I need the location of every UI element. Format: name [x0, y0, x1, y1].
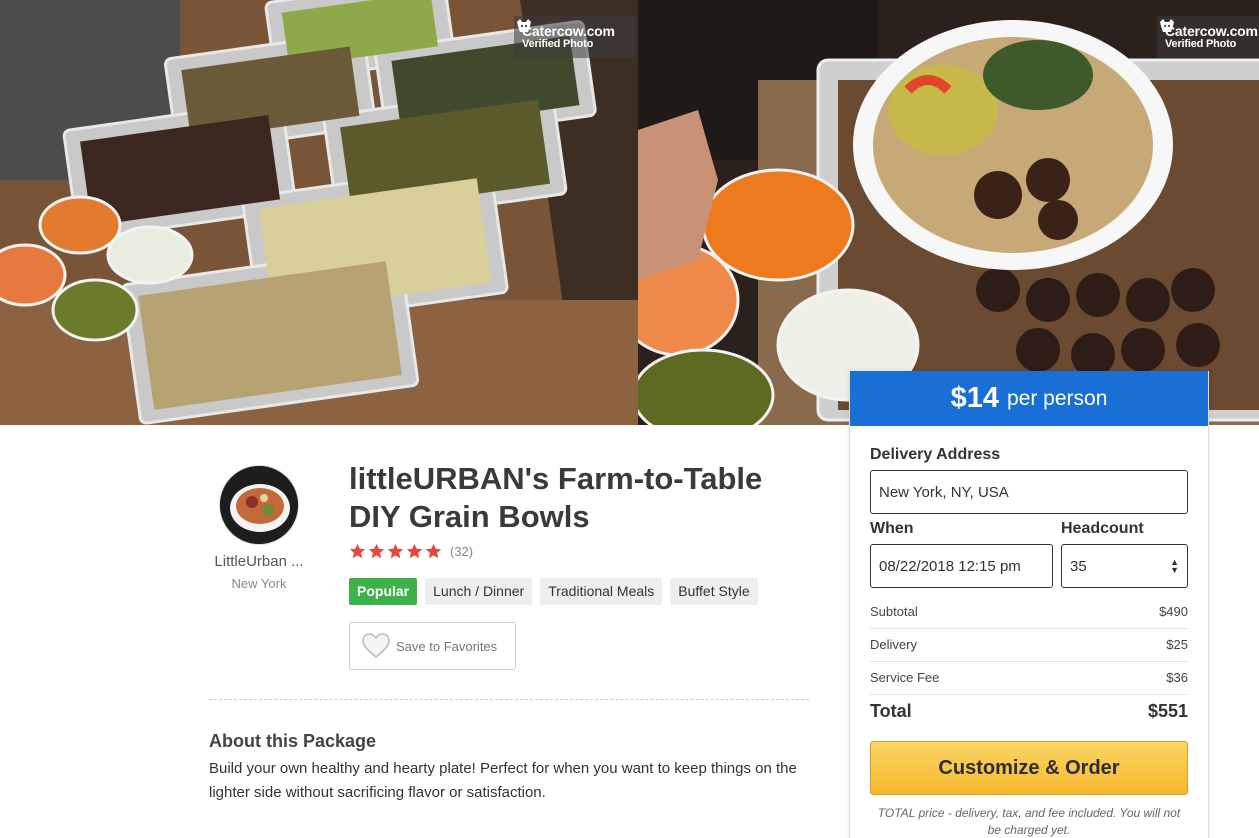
food-photo-illustration — [0, 0, 638, 425]
catercow-logo-icon — [517, 19, 531, 32]
food-photo-bowl[interactable]: Catercow.com Verified Photo — [638, 0, 1259, 425]
section-divider — [209, 699, 809, 700]
save-to-favorites-button[interactable]: Save to Favorites — [349, 622, 516, 670]
row-divider — [870, 694, 1188, 695]
price-bar: $14 per person — [850, 371, 1208, 426]
star-icon — [387, 543, 404, 559]
stepper-arrows-icon[interactable]: ▲ ▼ — [1170, 558, 1179, 575]
food-photo-trays[interactable]: Catercow.com Verified Photo — [0, 0, 638, 425]
subtotal-row: Subtotal $490 — [870, 604, 1188, 619]
badge-brand: Catercow.com — [522, 22, 615, 39]
tag-popular: Popular — [349, 578, 418, 605]
about-heading: About this Package — [209, 731, 377, 751]
star-icon — [349, 543, 366, 559]
heart-icon — [362, 633, 390, 658]
verified-photo-badge: Catercow.com Verified Photo — [514, 16, 636, 58]
package-title-line1: littleURBAN's Farm-to-Table — [349, 461, 763, 496]
subtotal-label: Subtotal — [870, 604, 918, 619]
customize-and-order-button[interactable]: Customize & Order — [870, 741, 1188, 795]
row-divider — [870, 628, 1188, 629]
total-label: Total — [870, 701, 912, 721]
service-fee-label: Service Fee — [870, 670, 940, 685]
delivery-fee-label: Delivery — [870, 637, 917, 652]
when-datetime-input[interactable]: 08/22/2018 12:15 pm — [870, 544, 1053, 588]
package-title: littleURBAN's Farm-to-Table DIY Grain Bo… — [349, 460, 809, 536]
catercow-logo-icon — [1160, 19, 1174, 32]
vendor-name[interactable]: LittleUrban ... — [209, 553, 309, 570]
service-fee-row: Service Fee $36 — [870, 670, 1188, 685]
verified-photo-badge: Catercow.com Verified Photo — [1157, 16, 1259, 58]
row-divider — [870, 661, 1188, 662]
delivery-address-input[interactable]: New York, NY, USA — [870, 470, 1188, 514]
service-fee-value: $36 — [1166, 670, 1188, 685]
when-label: When — [870, 520, 914, 537]
delivery-fee-value: $25 — [1166, 637, 1188, 652]
vendor-avatar-image — [220, 466, 298, 544]
total-value: $551 — [1147, 701, 1188, 721]
tag-buffet-style[interactable]: Buffet Style — [670, 578, 758, 605]
rating-stars — [349, 543, 442, 560]
vendor-profile[interactable]: LittleUrban ... New York — [209, 465, 309, 591]
vendor-city: New York — [231, 576, 287, 591]
package-title-line2: DIY Grain Bowls — [349, 499, 590, 534]
total-row: Total $551 — [870, 701, 1188, 722]
rating-count: (32) — [450, 544, 474, 559]
price-unit: per person — [1006, 386, 1108, 410]
hero-photos: Catercow.com Verified Photo Catercow.com… — [0, 0, 1259, 425]
badge-subtitle: Verified Photo — [1165, 37, 1237, 50]
save-to-favorites-label: Save to Favorites — [396, 638, 498, 654]
tag-traditional-meals[interactable]: Traditional Meals — [540, 578, 663, 605]
headcount-label: Headcount — [1061, 520, 1144, 537]
tag-lunch-dinner[interactable]: Lunch / Dinner — [425, 578, 533, 605]
tag-list: Popular Lunch / Dinner Traditional Meals… — [349, 578, 758, 605]
about-text: Build your own healthy and hearty plate!… — [209, 760, 797, 801]
price-amount: $14 — [950, 382, 999, 414]
food-photo-illustration — [638, 0, 1259, 425]
headcount-value: 35 — [1070, 557, 1087, 575]
rating[interactable]: (32) — [349, 543, 473, 560]
subtotal-value: $490 — [1159, 604, 1188, 619]
star-icon — [425, 543, 442, 559]
star-icon — [368, 543, 385, 559]
star-icon — [406, 543, 423, 559]
vendor-avatar[interactable] — [219, 465, 299, 545]
delivery-address-label: Delivery Address — [870, 446, 1001, 463]
badge-subtitle: Verified Photo — [522, 37, 594, 50]
delivery-row: Delivery $25 — [870, 637, 1188, 652]
headcount-stepper[interactable]: 35 ▲ ▼ — [1061, 544, 1188, 588]
badge-brand: Catercow.com — [1165, 22, 1258, 39]
order-card: $14 per person Delivery Address New York… — [849, 371, 1209, 838]
price-note: TOTAL price - delivery, tax, and fee inc… — [877, 806, 1181, 837]
